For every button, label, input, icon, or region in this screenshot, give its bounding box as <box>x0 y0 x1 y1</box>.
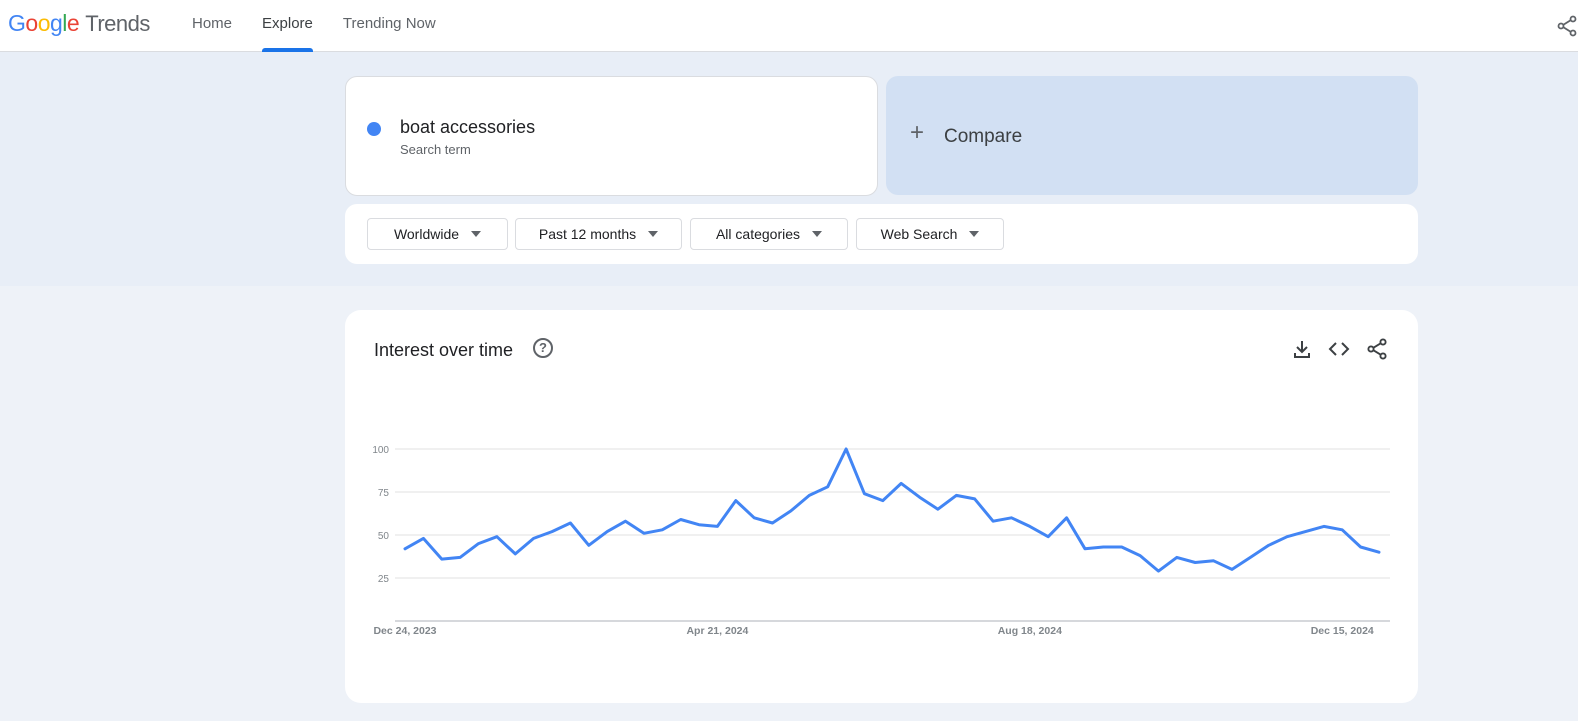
filter-bar: Worldwide Past 12 months All categories … <box>345 204 1418 264</box>
series-line <box>403 447 1381 573</box>
dropdown-caret-icon <box>812 231 823 237</box>
nav-explore[interactable]: Explore <box>262 0 313 52</box>
interest-over-time-card: Interest over time ? 25 50 75 100 Dec 24, 20… <box>345 310 1418 703</box>
dropdown-caret-icon <box>648 231 659 237</box>
term-color-dot <box>367 122 381 136</box>
chart-title: Interest over time <box>374 340 514 360</box>
help-icon[interactable]: ? <box>533 338 553 358</box>
region-value: Worldwide <box>393 226 460 242</box>
interest-line-chart: 25 50 75 100 Dec 24, 2023 Apr 21, 2024 Aug 18,… <box>372 445 1390 637</box>
dropdown-caret-icon <box>969 231 980 237</box>
y-tick-label: 75 <box>378 488 390 499</box>
time-range-value: Past 12 months <box>538 226 637 242</box>
main-nav: Home Explore Trending Now <box>192 0 466 52</box>
region-dropdown[interactable]: Worldwide <box>367 218 508 250</box>
search-term-name[interactable]: boat accessories <box>400 117 535 138</box>
nav-home[interactable]: Home <box>192 0 232 52</box>
google-trends-logo[interactable]: Google Trends <box>8 10 150 37</box>
top-header: Google Trends Home Explore Trending Now <box>0 0 1578 52</box>
x-tick-label: Aug 18, 2024 <box>998 625 1062 637</box>
search-property-dropdown[interactable]: Web Search <box>856 218 1004 250</box>
y-tick-label: 50 <box>378 531 390 542</box>
search-term-card[interactable]: boat accessories Search term <box>345 76 878 196</box>
plus-icon: + <box>910 119 925 146</box>
download-icon[interactable] <box>1291 338 1313 360</box>
x-tick-label: Dec 24, 2023 <box>373 625 436 637</box>
embed-icon[interactable] <box>1328 338 1350 360</box>
category-value: All categories <box>715 226 801 242</box>
category-dropdown[interactable]: All categories <box>690 218 848 250</box>
logo-google-text: Google <box>8 10 80 36</box>
time-range-dropdown[interactable]: Past 12 months <box>515 218 682 250</box>
y-tick-label: 25 <box>378 574 390 585</box>
share-icon[interactable] <box>1556 15 1578 37</box>
compare-button[interactable]: + Compare <box>886 76 1418 195</box>
search-property-value: Web Search <box>880 226 958 242</box>
y-tick-label: 100 <box>372 445 389 456</box>
x-tick-label: Dec 15, 2024 <box>1311 625 1374 637</box>
logo-product-text: Trends <box>85 11 150 36</box>
search-term-type: Search term <box>400 142 471 157</box>
compare-label: Compare <box>944 126 1023 147</box>
chart-share-icon[interactable] <box>1366 338 1388 360</box>
dropdown-caret-icon <box>471 231 482 237</box>
x-tick-label: Apr 21, 2024 <box>686 625 748 637</box>
nav-trending-now[interactable]: Trending Now <box>343 0 436 52</box>
